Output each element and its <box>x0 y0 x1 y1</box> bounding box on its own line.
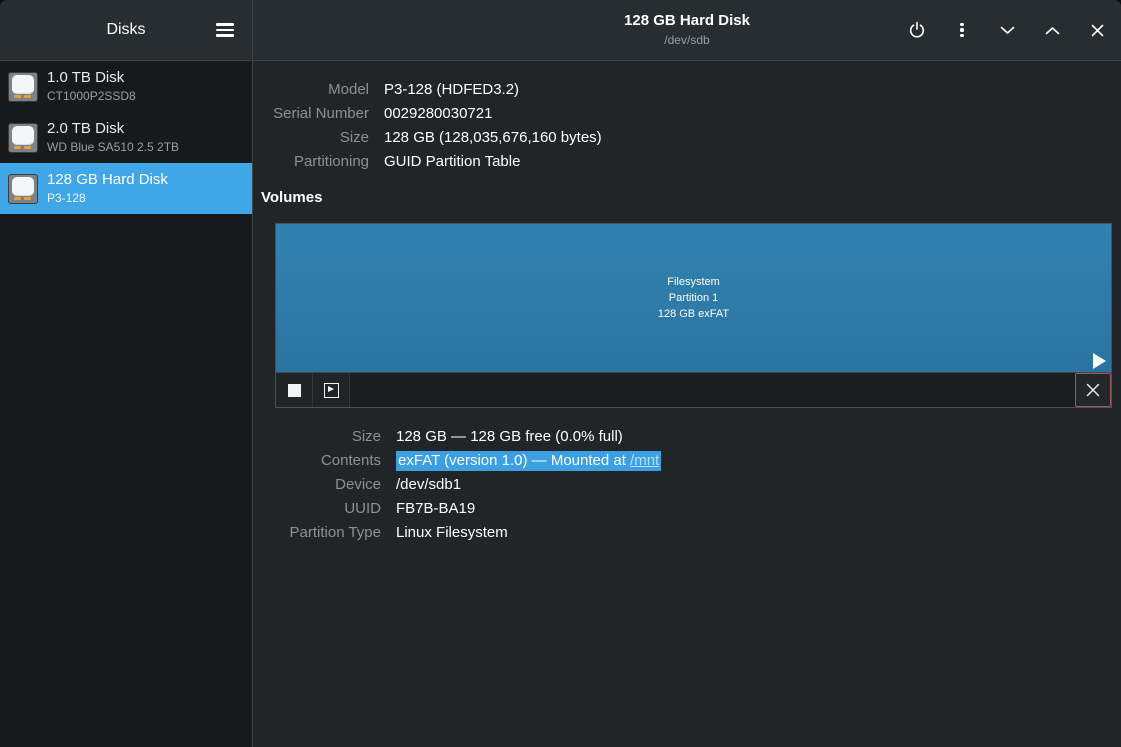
detail-label: Model <box>253 78 369 102</box>
delete-partition-button[interactable] <box>1075 373 1111 407</box>
close-icon <box>1091 24 1104 37</box>
drive-title: 128 GB Hard Disk <box>624 12 750 31</box>
detail-value: P3-128 (HDFED3.2) <box>384 78 519 102</box>
detail-value: 128 GB (128,035,676,160 bytes) <box>384 126 602 150</box>
mount-options-button[interactable] <box>313 373 350 407</box>
drive-menu-button[interactable] <box>946 14 978 46</box>
close-window-button[interactable] <box>1081 14 1113 46</box>
app-title: Disks <box>106 21 145 39</box>
harddisk-icon <box>8 174 38 204</box>
detail-label: Partition Type <box>253 521 381 545</box>
partition-name-label: Partition 1 <box>669 290 719 306</box>
mounted-play-icon <box>1093 353 1106 369</box>
detail-value: GUID Partition Table <box>384 150 520 174</box>
detail-row-size: Size 128 GB (128,035,676,160 bytes) <box>253 126 1121 150</box>
harddisk-icon <box>8 72 38 102</box>
detail-value-contents: exFAT (version 1.0) — Mounted at /mnt <box>396 449 661 473</box>
harddisk-icon <box>8 123 38 153</box>
detail-row-volume-size: Size 128 GB — 128 GB free (0.0% full) <box>253 425 1121 449</box>
headerbar: 128 GB Hard Disk /dev/sdb <box>253 0 1121 60</box>
chevron-down-icon <box>1000 26 1015 35</box>
detail-value: 0029280030721 <box>384 102 492 126</box>
detail-row-device: Device /dev/sdb1 <box>253 473 1121 497</box>
detail-value: Linux Filesystem <box>396 521 508 545</box>
x-icon <box>1085 382 1101 398</box>
detail-label: Serial Number <box>253 102 369 126</box>
detail-row-contents: Contents exFAT (version 1.0) — Mounted a… <box>253 449 1121 473</box>
disk-list-sidebar: 1.0 TB Disk CT1000P2SSD8 2.0 TB Disk WD … <box>0 61 253 747</box>
detail-label: Size <box>253 425 381 449</box>
contents-selected-text: exFAT (version 1.0) — Mounted at <box>396 451 630 471</box>
disk-item-text: 1.0 TB Disk CT1000P2SSD8 <box>47 69 136 103</box>
volume-details: Size 128 GB — 128 GB free (0.0% full) Co… <box>253 425 1121 545</box>
volumes-heading: Volumes <box>261 189 1121 206</box>
power-icon <box>908 21 926 39</box>
hamburger-icon <box>216 23 234 37</box>
app-menu-button[interactable] <box>212 17 238 43</box>
disks-window: Disks 128 GB Hard Disk /dev/sdb <box>0 0 1121 747</box>
disk-item-subtitle: CT1000P2SSD8 <box>47 89 136 103</box>
detail-value: 128 GB — 128 GB free (0.0% full) <box>396 425 623 449</box>
detail-label: Size <box>253 126 369 150</box>
disk-item-title: 128 GB Hard Disk <box>47 171 168 189</box>
detail-value: FB7B-BA19 <box>396 497 475 521</box>
detail-row-model: Model P3-128 (HDFED3.2) <box>253 78 1121 102</box>
volume-toolbar <box>276 372 1111 407</box>
disk-item-subtitle: P3-128 <box>47 191 168 205</box>
unmount-button[interactable] <box>276 373 313 407</box>
mount-point-link[interactable]: /mnt <box>630 451 661 471</box>
maximize-button[interactable] <box>1036 14 1068 46</box>
drive-pane: Model P3-128 (HDFED3.2) Serial Number 00… <box>253 61 1121 747</box>
drive-subtitle: /dev/sdb <box>624 33 750 48</box>
power-off-button[interactable] <box>901 14 933 46</box>
disk-item-title: 1.0 TB Disk <box>47 69 136 87</box>
header-title-block: 128 GB Hard Disk /dev/sdb <box>624 12 750 48</box>
chevron-up-icon <box>1045 26 1060 35</box>
toolbar-spacer <box>350 373 1075 407</box>
sidebar-item-disk-1tb[interactable]: 1.0 TB Disk CT1000P2SSD8 <box>0 61 252 112</box>
boxed-play-icon <box>324 383 339 398</box>
partition-block[interactable]: Filesystem Partition 1 128 GB exFAT <box>276 224 1111 372</box>
minimize-button[interactable] <box>991 14 1023 46</box>
window-body: 1.0 TB Disk CT1000P2SSD8 2.0 TB Disk WD … <box>0 61 1121 747</box>
partition-fs-label: Filesystem <box>667 274 720 290</box>
detail-row-partitioning: Partitioning GUID Partition Table <box>253 150 1121 174</box>
detail-label: UUID <box>253 497 381 521</box>
detail-label: Partitioning <box>253 150 369 174</box>
disk-item-text: 128 GB Hard Disk P3-128 <box>47 171 168 205</box>
titlebar: Disks 128 GB Hard Disk /dev/sdb <box>0 0 1121 61</box>
disk-item-subtitle: WD Blue SA510 2.5 2TB <box>47 140 179 154</box>
sidebar-item-disk-2tb[interactable]: 2.0 TB Disk WD Blue SA510 2.5 2TB <box>0 112 252 163</box>
partition-size-label: 128 GB exFAT <box>658 306 729 322</box>
volumes-frame: Filesystem Partition 1 128 GB exFAT <box>275 223 1112 408</box>
drive-details: Model P3-128 (HDFED3.2) Serial Number 00… <box>253 78 1121 174</box>
disk-item-text: 2.0 TB Disk WD Blue SA510 2.5 2TB <box>47 120 179 154</box>
detail-label: Contents <box>253 449 381 473</box>
disk-item-title: 2.0 TB Disk <box>47 120 179 138</box>
detail-value: /dev/sdb1 <box>396 473 461 497</box>
sidebar-item-disk-128gb[interactable]: 128 GB Hard Disk P3-128 <box>0 163 252 214</box>
detail-label: Device <box>253 473 381 497</box>
kebab-icon <box>960 23 963 38</box>
header-buttons <box>888 0 1113 60</box>
sidebar-header: Disks <box>0 0 253 60</box>
stop-icon <box>288 384 301 397</box>
detail-row-serial: Serial Number 0029280030721 <box>253 102 1121 126</box>
detail-row-uuid: UUID FB7B-BA19 <box>253 497 1121 521</box>
detail-row-partition-type: Partition Type Linux Filesystem <box>253 521 1121 545</box>
